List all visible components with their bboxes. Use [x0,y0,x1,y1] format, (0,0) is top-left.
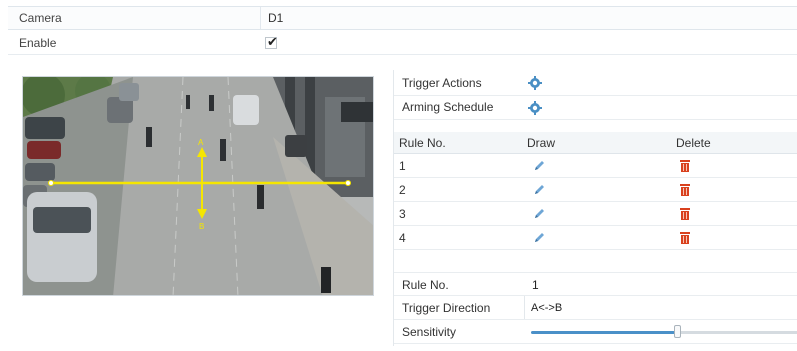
line-label-a: A [198,138,204,147]
rule-settings-panel: Trigger Actions Arming Schedule Rule No.… [393,70,797,346]
rule-no-header: Rule No. [399,136,446,150]
camera-scene: A B [23,77,373,295]
camera-value[interactable]: D1 [260,7,797,29]
sensitivity-label: Sensitivity [402,325,457,339]
camera-label: Camera [19,11,62,25]
trigger-direction-value: A<->B [531,301,563,314]
video-preview[interactable]: A B [22,76,374,296]
line-label-b: B [199,222,204,231]
delete-header: Delete [676,136,711,150]
rule-no-value: 1 [532,278,539,292]
trigger-direction-row: Trigger Direction A<->B [394,296,797,320]
rule-no-row: Rule No. 1 [394,272,797,296]
gear-icon[interactable] [528,76,542,90]
arming-schedule-row: Arming Schedule [394,96,797,120]
trigger-direction-label: Trigger Direction [402,301,491,315]
checkmark-icon: ✔ [267,34,278,49]
pencil-icon[interactable] [532,183,546,197]
table-row: 4 [394,226,797,250]
trash-icon[interactable] [679,183,691,197]
draw-header: Draw [527,136,556,150]
enable-label: Enable [19,35,57,50]
trigger-actions-row: Trigger Actions [394,70,797,96]
sensitivity-slider-track[interactable] [675,331,797,334]
rule-number: 1 [399,159,406,173]
camera-value-text: D1 [268,11,284,25]
trash-icon[interactable] [679,159,691,173]
trigger-direction-select[interactable]: A<->B [524,296,797,319]
table-row: 2 [394,178,797,202]
trigger-actions-label: Trigger Actions [402,76,482,90]
pencil-icon[interactable] [532,231,546,245]
trash-icon[interactable] [679,207,691,221]
pencil-icon[interactable] [532,207,546,221]
rule-number: 3 [399,207,406,221]
table-row: 3 [394,202,797,226]
sensitivity-slider-fill [531,331,675,334]
rule-table-header: Rule No. Draw Delete [394,132,797,154]
enable-row: Enable ✔ [8,31,797,55]
gear-icon[interactable] [528,101,542,115]
rule-number: 2 [399,183,406,197]
rule-number: 4 [399,231,406,245]
table-row: 1 [394,154,797,178]
arming-schedule-label: Arming Schedule [402,100,494,114]
pencil-icon[interactable] [532,159,546,173]
camera-row: Camera D1 [8,6,797,30]
enable-checkbox[interactable]: ✔ [265,34,278,49]
sensitivity-slider-thumb[interactable] [674,325,681,338]
sensitivity-row: Sensitivity [394,320,797,344]
rule-no-label: Rule No. [402,278,449,292]
trash-icon[interactable] [679,231,691,245]
